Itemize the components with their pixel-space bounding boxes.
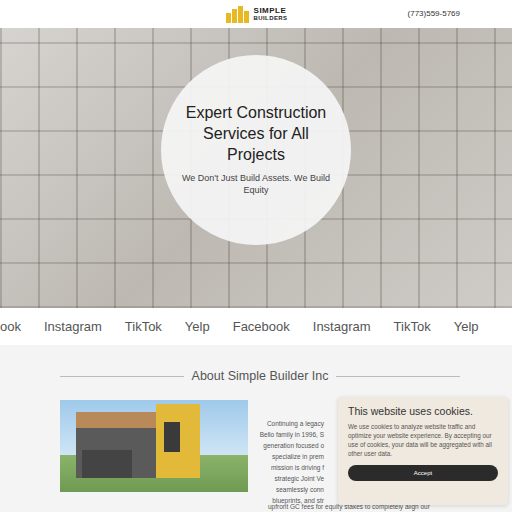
about-line: seamlessly conn: [276, 484, 324, 495]
social-link[interactable]: Yelp: [185, 319, 210, 334]
logo-text: SIMPLEBUILDERS: [254, 7, 288, 21]
cookie-title: This website uses cookies.: [348, 405, 498, 417]
hero-tagline: We Don't Just Build Assets. We Build Equ…: [177, 172, 335, 197]
phone-link[interactable]: (773)559-5769: [408, 9, 460, 18]
social-link[interactable]: TikTok: [394, 319, 431, 334]
hero-title: Expert Construction Services for All Pro…: [177, 103, 335, 165]
cookie-text: We use cookies to analyze website traffi…: [348, 422, 498, 459]
divider: [60, 376, 184, 377]
about-text: Continuing a legacyBello family in 1996,…: [262, 400, 324, 506]
about-heading-row: About Simple Builder Inc: [0, 369, 512, 383]
logo[interactable]: SIMPLEBUILDERS: [225, 5, 288, 23]
about-line: Continuing a legacy: [267, 418, 324, 429]
site-header: SIMPLEBUILDERS (773)559-5769: [0, 0, 512, 28]
house-photo: [60, 400, 248, 492]
logo-line: BUILDERS: [254, 15, 288, 21]
about-line: strategic Joint Ve: [275, 473, 325, 484]
logo-line: SIMPLE: [254, 7, 288, 15]
social-link[interactable]: Facebook: [233, 319, 290, 334]
cookie-banner: This website uses cookies. We use cookies…: [338, 397, 508, 505]
house-part: [76, 412, 156, 428]
social-link[interactable]: Instagram: [44, 319, 102, 334]
social-link[interactable]: Instagram: [313, 319, 371, 334]
hero-circle: Expert Construction Services for All Pro…: [161, 55, 351, 245]
about-line: generation focused o: [263, 440, 324, 451]
house-part: [164, 422, 180, 452]
divider: [336, 376, 460, 377]
about-line: Bello family in 1996, S: [260, 429, 324, 440]
social-link[interactable]: ook: [0, 319, 21, 334]
social-link[interactable]: Yelp: [454, 319, 479, 334]
about-heading: About Simple Builder Inc: [192, 369, 329, 383]
social-strip: ook Instagram TikTok Yelp Facebook Instagram T…: [0, 308, 512, 345]
about-line: mission is driving f: [271, 462, 324, 473]
social-link[interactable]: TikTok: [125, 319, 162, 334]
house-part: [82, 450, 132, 478]
about-line: specialize in prem: [272, 451, 324, 462]
accept-button[interactable]: Accept: [348, 465, 498, 481]
hero-image: Expert Construction Services for All Pro…: [0, 28, 512, 308]
buildings-icon: [225, 5, 251, 23]
